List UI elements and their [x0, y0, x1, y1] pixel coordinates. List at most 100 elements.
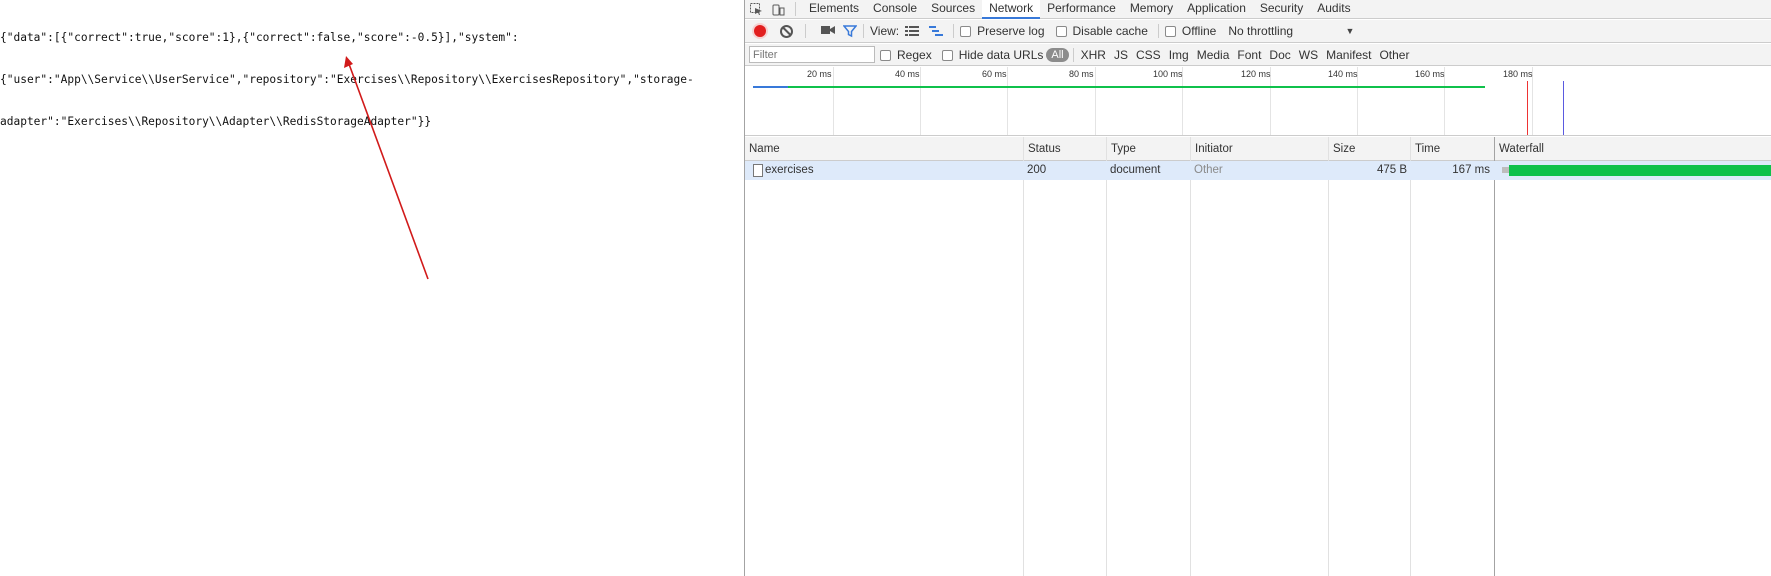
clear-button[interactable]	[780, 24, 793, 38]
checkbox-box[interactable]	[1164, 26, 1176, 38]
cell-name[interactable]: exercises	[765, 161, 814, 180]
overview-tick-label: 140 ms	[1328, 69, 1358, 79]
overview-tick-label: 120 ms	[1241, 69, 1271, 79]
network-overview-timeline[interactable]: 20 ms 40 ms 60 ms 80 ms 100 ms 120 ms 14…	[745, 67, 1771, 136]
load-event-marker	[1527, 81, 1528, 135]
offline-label: Offline	[1181, 24, 1217, 38]
overview-grid-line	[833, 67, 834, 135]
page-viewport: {"data":[{"correct":true,"score":1},{"co…	[0, 0, 744, 576]
toolbar-separator	[953, 24, 955, 38]
tab-elements[interactable]: Elements	[802, 0, 866, 19]
cell-type: document	[1110, 164, 1161, 176]
overview-waterfall-icon[interactable]	[929, 25, 944, 37]
regex-checkbox[interactable]: Regex	[880, 48, 932, 62]
disable-cache-label: Disable cache	[1072, 24, 1148, 38]
column-header-waterfall[interactable]: Waterfall	[1495, 137, 1544, 161]
devtools-tabbar: Elements Console Sources Network Perform…	[745, 0, 1771, 19]
filter-type-manifest[interactable]: Manifest	[1322, 48, 1375, 62]
tab-memory[interactable]: Memory	[1123, 0, 1180, 19]
filter-type-xhr[interactable]: XHR	[1077, 48, 1110, 62]
toolbar-separator	[1157, 24, 1159, 38]
checkbox-box[interactable]	[1055, 26, 1067, 38]
view-label: View:	[870, 24, 900, 38]
network-request-table: Name Status Type Initiator Size Time Wat…	[745, 137, 1771, 576]
overview-tick-label: 180 ms	[1503, 69, 1533, 79]
column-divider[interactable]	[1190, 137, 1191, 576]
regex-label: Regex	[897, 47, 932, 62]
filter-type-css[interactable]: CSS	[1132, 48, 1165, 62]
filter-type-media[interactable]: Media	[1193, 48, 1234, 62]
filter-type-font[interactable]: Font	[1233, 48, 1265, 62]
overview-tick-label: 160 ms	[1415, 69, 1445, 79]
filter-type-ws[interactable]: WS	[1295, 48, 1322, 62]
filter-input[interactable]	[749, 46, 875, 63]
hide-data-urls-checkbox[interactable]: Hide data URLs	[941, 47, 1044, 62]
throttling-select[interactable]: No throttling ▼	[1228, 24, 1354, 38]
overview-tick-label: 100 ms	[1153, 69, 1183, 79]
toolbar-separator	[795, 2, 796, 16]
devtools-panel: Elements Console Sources Network Perform…	[744, 0, 1771, 576]
cell-time: 167 ms	[1452, 164, 1490, 176]
overview-tick-label: 60 ms	[982, 69, 1007, 79]
filter-bar: Regex Hide data URLs All XHR JS CSS Img …	[745, 44, 1771, 66]
waterfall-download-bar	[1509, 165, 1771, 176]
inspect-element-icon[interactable]	[745, 0, 767, 19]
checkbox-box[interactable]	[880, 49, 891, 61]
toolbar-separator	[1072, 47, 1074, 62]
column-header-time[interactable]: Time	[1411, 137, 1440, 161]
overview-request-bar-receiving	[788, 86, 1485, 88]
offline-checkbox[interactable]: Offline	[1164, 24, 1217, 38]
filter-type-all[interactable]: All	[1046, 47, 1069, 62]
filter-type-js[interactable]: JS	[1110, 48, 1132, 62]
domcontentloaded-marker	[1563, 81, 1564, 135]
annotation-arrow	[344, 56, 429, 280]
large-rows-icon[interactable]	[905, 25, 920, 37]
tab-performance[interactable]: Performance	[1040, 0, 1123, 19]
table-row[interactable]: exercises 200 document Other 475 B 167 m…	[745, 161, 1771, 180]
tab-audits[interactable]: Audits	[1310, 0, 1357, 19]
column-header-type[interactable]: Type	[1107, 137, 1136, 161]
column-divider[interactable]	[1106, 137, 1107, 576]
column-divider[interactable]	[1023, 137, 1024, 576]
tab-console[interactable]: Console	[866, 0, 924, 19]
toolbar-separator	[863, 24, 864, 38]
overview-grid-line	[1095, 67, 1096, 135]
column-header-name[interactable]: Name	[745, 137, 780, 161]
preserve-log-label: Preserve log	[977, 24, 1045, 38]
checkbox-box[interactable]	[941, 49, 953, 61]
record-button[interactable]	[754, 25, 766, 37]
column-divider[interactable]	[1494, 137, 1495, 576]
tab-security[interactable]: Security	[1253, 0, 1310, 19]
overview-tick-label: 80 ms	[1069, 69, 1094, 79]
disable-cache-checkbox[interactable]: Disable cache	[1055, 24, 1148, 38]
column-header-status[interactable]: Status	[1024, 137, 1061, 161]
column-header-initiator[interactable]: Initiator	[1191, 137, 1233, 161]
filter-type-other[interactable]: Other	[1375, 48, 1413, 62]
column-divider[interactable]	[1328, 137, 1329, 576]
hide-data-urls-label: Hide data URLs	[958, 47, 1044, 62]
overview-grid-line	[1007, 67, 1008, 135]
device-toolbar-icon[interactable]	[767, 0, 789, 19]
tab-application[interactable]: Application	[1180, 0, 1253, 19]
filter-icon[interactable]	[842, 24, 858, 38]
table-header: Name Status Type Initiator Size Time Wat…	[745, 137, 1771, 161]
toolbar-separator	[805, 24, 806, 38]
overview-tick-label: 20 ms	[807, 69, 832, 79]
filter-type-img[interactable]: Img	[1165, 48, 1193, 62]
throttling-value: No throttling	[1228, 24, 1294, 38]
overview-tick-label: 40 ms	[895, 69, 920, 79]
chevron-down-icon: ▼	[1345, 26, 1355, 36]
cell-status: 200	[1027, 164, 1047, 176]
cell-size: 475 B	[1376, 164, 1407, 176]
waterfall-waiting-bar	[1502, 167, 1509, 173]
preserve-log-checkbox[interactable]: Preserve log	[960, 24, 1045, 38]
filter-type-doc[interactable]: Doc	[1265, 48, 1294, 62]
capture-screenshots-icon[interactable]	[821, 24, 835, 38]
column-header-size[interactable]: Size	[1329, 137, 1355, 161]
checkbox-box[interactable]	[960, 26, 972, 38]
cell-initiator: Other	[1194, 164, 1223, 176]
column-divider[interactable]	[1410, 137, 1411, 576]
tab-sources[interactable]: Sources	[924, 0, 982, 19]
network-toolbar: View: Preserve log Disable cache Offline…	[745, 20, 1771, 43]
tab-network[interactable]: Network	[982, 0, 1041, 19]
